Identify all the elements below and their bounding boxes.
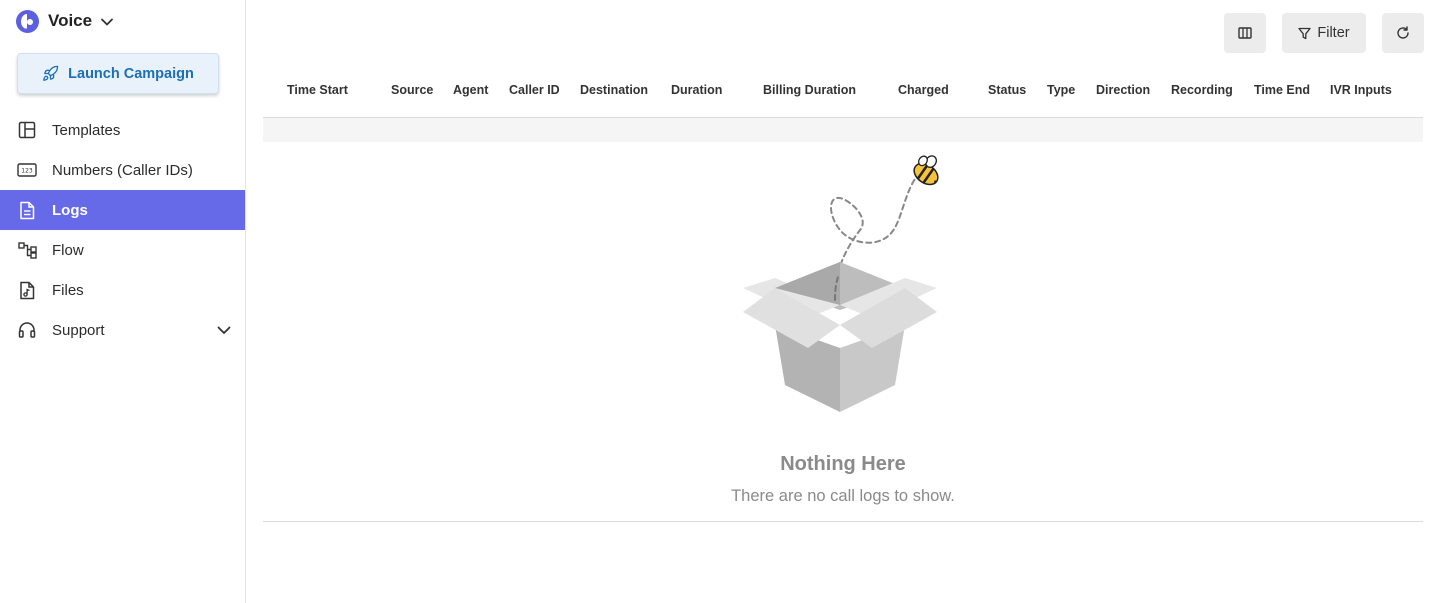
sidebar-item-files[interactable]: Files [0, 270, 245, 310]
sidebar: Voice Launch Campaign Templates 123 Numb… [0, 0, 246, 603]
empty-box-illustration [743, 155, 939, 412]
column-header-type[interactable]: Type [1047, 83, 1075, 97]
sidebar-item-flow[interactable]: Flow [0, 230, 245, 270]
document-icon [17, 200, 37, 220]
sidebar-item-label: Logs [52, 201, 88, 219]
launch-campaign-label: Launch Campaign [68, 65, 194, 82]
table-divider-band [263, 118, 1423, 142]
layout-icon [17, 120, 37, 140]
filter-icon [1298, 27, 1312, 39]
sidebar-item-label: Numbers (Caller IDs) [52, 161, 193, 179]
sidebar-item-label: Files [52, 281, 84, 299]
sidebar-item-label: Flow [52, 241, 84, 259]
sidebar-item-support[interactable]: Support [0, 310, 245, 350]
filter-button[interactable]: Filter [1282, 13, 1366, 53]
column-header-source[interactable]: Source [391, 83, 433, 97]
column-header-time-start[interactable]: Time Start [287, 83, 348, 97]
numbers-icon: 123 [17, 160, 37, 180]
columns-button[interactable] [1224, 13, 1266, 53]
sidebar-item-numbers[interactable]: 123 Numbers (Caller IDs) [0, 150, 245, 190]
app-name: Voice [48, 11, 93, 30]
column-header-agent[interactable]: Agent [453, 83, 488, 97]
chevron-down-icon [101, 18, 113, 26]
empty-state-title: Nothing Here [780, 453, 906, 475]
column-header-time-end[interactable]: Time End [1254, 83, 1310, 97]
app-switcher[interactable]: Voice [16, 9, 113, 33]
sidebar-nav: Templates 123 Numbers (Caller IDs) Logs … [0, 110, 245, 350]
column-header-destination[interactable]: Destination [580, 83, 648, 97]
columns-icon [1238, 27, 1252, 39]
column-header-caller-id[interactable]: Caller ID [509, 83, 560, 97]
refresh-button[interactable] [1382, 13, 1424, 53]
headset-icon [17, 320, 37, 340]
column-header-ivr-inputs[interactable]: IVR Inputs [1330, 83, 1392, 97]
refresh-icon [1397, 26, 1409, 39]
column-header-status[interactable]: Status [988, 83, 1026, 97]
rocket-icon [43, 65, 59, 81]
audio-file-icon [17, 280, 37, 300]
sidebar-item-logs[interactable]: Logs [0, 190, 245, 230]
voice-logo-icon [16, 9, 39, 33]
chevron-down-icon [217, 326, 231, 334]
column-header-duration[interactable]: Duration [671, 83, 722, 97]
column-header-charged[interactable]: Charged [898, 83, 949, 97]
flow-icon [17, 240, 37, 260]
sidebar-item-templates[interactable]: Templates [0, 110, 245, 150]
filter-label: Filter [1317, 25, 1350, 41]
sidebar-item-label: Templates [52, 121, 121, 139]
column-header-billing-duration[interactable]: Billing Duration [763, 83, 856, 97]
logs-table-header: Time Start Source Agent Caller ID Destin… [263, 72, 1423, 118]
sidebar-item-label: Support [52, 321, 105, 339]
empty-state-message: There are no call logs to show. [731, 487, 955, 505]
column-header-direction[interactable]: Direction [1096, 83, 1150, 97]
launch-campaign-button[interactable]: Launch Campaign [17, 53, 219, 94]
column-header-recording[interactable]: Recording [1171, 83, 1233, 97]
svg-text:123: 123 [21, 168, 33, 175]
